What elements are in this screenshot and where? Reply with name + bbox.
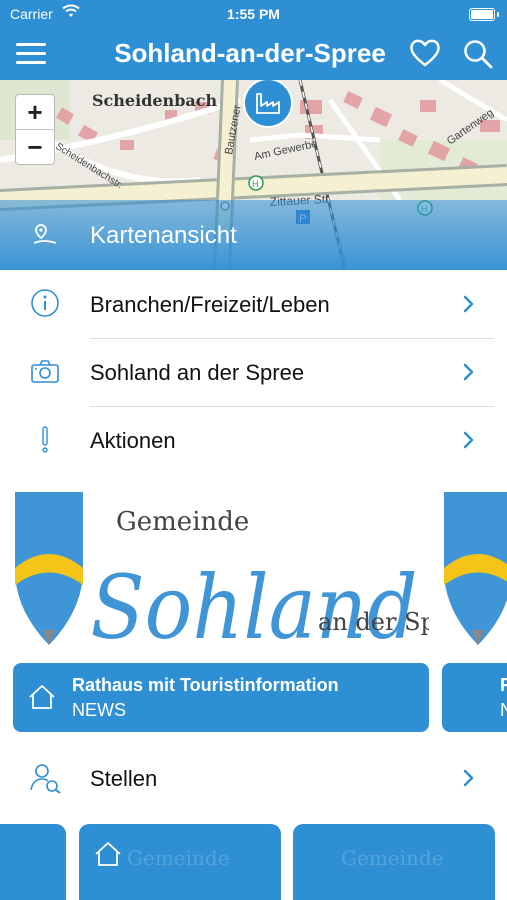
news-card[interactable]: Gemeinde Sohland an der Spree Rathaus mi… (13, 490, 476, 732)
map-label-scheidenbach: Scheidenbach (92, 91, 217, 110)
job-tile[interactable] (0, 824, 66, 900)
zoom-in-button[interactable]: + (16, 95, 54, 130)
chevron-right-icon (462, 362, 476, 387)
chevron-right-icon (462, 430, 476, 455)
page-title: Sohland-an-der-Spree (114, 38, 386, 68)
tile-faint-text: Gemeinde (127, 846, 230, 870)
hamburger-line (16, 52, 46, 55)
zoom-control: + − (15, 94, 55, 165)
news-card-subtitle: N (500, 700, 507, 720)
news-card-next[interactable]: R N (442, 490, 507, 732)
job-tiles: Gemeinde Gemeinde (0, 824, 507, 900)
logo-text-gemeinde: Gemeinde (116, 507, 249, 537)
map-pin-icon[interactable] (243, 80, 293, 128)
sohland-logo-image (442, 490, 507, 665)
menu-item-label: Stellen (90, 766, 158, 791)
home-icon (27, 683, 57, 716)
map-view-label: Kartenansicht (90, 222, 237, 249)
exclamation-icon (30, 424, 60, 454)
job-tile[interactable]: Gemeinde (79, 824, 281, 900)
menu-item-branchen[interactable]: Branchen/Freizeit/Leben (0, 270, 507, 338)
logo-text-an-der-spree: an der Spree (318, 608, 429, 636)
top-bar: Carrier 1:55 PM Sohland-an-der-Spree (0, 0, 507, 80)
map-view[interactable]: H H P Scheidenbach Scheidenbachstr. Baut… (0, 80, 507, 270)
battery-icon (469, 8, 499, 21)
tile-faint-text: Gemeinde (341, 846, 444, 870)
chevron-right-icon (462, 768, 476, 793)
svg-text:H: H (252, 179, 259, 189)
news-card-subtitle: NEWS (72, 700, 126, 720)
home-icon (93, 840, 123, 873)
job-tile[interactable]: Gemeinde (293, 824, 495, 900)
menu-item-stellen[interactable]: Stellen (0, 744, 507, 812)
menu-item-label: Sohland an der Spree (90, 360, 305, 385)
search-icon[interactable] (462, 38, 494, 70)
menu-item-label: Branchen/Freizeit/Leben (90, 292, 330, 317)
menu-item-sohland[interactable]: Sohland an der Spree (0, 338, 507, 406)
camera-icon (30, 356, 60, 386)
map-view-link[interactable]: Kartenansicht (0, 200, 507, 270)
status-time: 1:55 PM (227, 6, 280, 22)
news-carousel[interactable]: Gemeinde Sohland an der Spree Rathaus mi… (0, 490, 507, 735)
menu-item-aktionen[interactable]: Aktionen (0, 406, 507, 474)
hamburger-line (16, 43, 46, 46)
zoom-out-button[interactable]: − (16, 130, 54, 164)
sohland-logo-image: Gemeinde Sohland an der Spree (13, 490, 476, 665)
hamburger-menu-button[interactable] (16, 43, 46, 65)
menu-item-label: Aktionen (90, 428, 176, 453)
chevron-right-icon (462, 294, 476, 319)
news-card-title: Rathaus mit Touristinformation (72, 675, 339, 695)
nav-bar: Sohland-an-der-Spree (0, 28, 507, 80)
status-bar: Carrier 1:55 PM (0, 0, 507, 28)
hamburger-line (16, 61, 46, 64)
info-icon (30, 288, 60, 318)
news-card-title: R (500, 675, 507, 695)
heart-icon[interactable] (408, 38, 442, 68)
people-search-icon (30, 762, 61, 794)
news-card-bar[interactable]: R N (442, 663, 507, 732)
news-card-bar[interactable]: Rathaus mit Touristinformation NEWS (13, 663, 429, 732)
